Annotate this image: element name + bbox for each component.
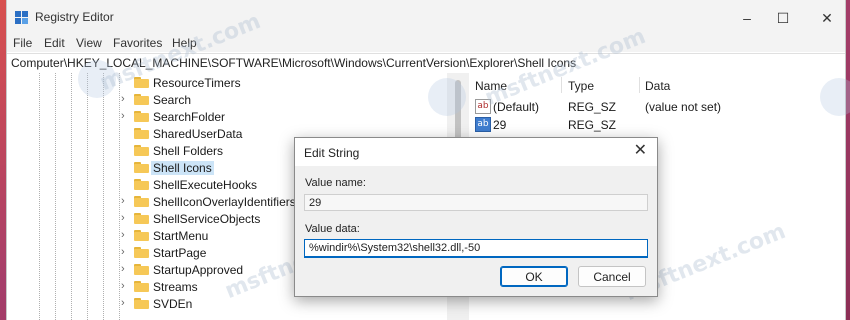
value-type: REG_SZ [568,100,617,114]
window-title: Registry Editor [35,10,114,24]
registry-editor-icon [15,11,29,25]
tree-item-label: Streams [153,280,198,294]
folder-icon [134,111,149,122]
tree-item[interactable]: ResourceTimers [7,74,447,91]
chevron-right-icon[interactable]: › [121,110,125,122]
chevron-right-icon[interactable]: › [121,246,125,258]
chevron-right-icon[interactable]: › [121,263,125,275]
folder-icon [134,94,149,105]
menu-view[interactable]: View [76,36,102,50]
folder-icon [134,264,149,275]
chevron-right-icon[interactable]: › [121,195,125,207]
tree-item-label: ShellExecuteHooks [153,178,258,192]
value-name-field: 29 [304,194,648,211]
tree-item-label: Shell Icons [151,161,214,175]
chevron-right-icon[interactable]: › [121,280,125,292]
edit-string-dialog: Edit String ✕ Value name: 29 Value data:… [294,137,658,297]
value-data-label: Value data: [305,223,360,235]
value-row-default[interactable]: ab (Default) REG_SZ (value not set) [469,97,845,115]
dialog-title-bar[interactable]: Edit String ✕ [295,138,657,166]
value-row-29[interactable]: ab 29 REG_SZ [469,115,845,133]
menu-file[interactable]: File [13,36,32,50]
tree-item-label: StartPage [153,246,207,260]
tree-item-label: StartMenu [153,229,209,243]
column-header-type[interactable]: Type [568,79,594,93]
tree-item-label: SVDEn [153,297,193,311]
chevron-right-icon[interactable]: › [121,297,125,309]
column-separator[interactable] [639,77,640,93]
tree-item[interactable]: › SearchFolder [7,108,447,125]
tree-item-label: SharedUserData [153,127,243,141]
folder-icon [134,230,149,241]
value-name: 29 [493,118,507,132]
folder-icon [134,298,149,309]
ok-button[interactable]: OK [500,266,568,287]
string-value-icon: ab [475,117,491,132]
tree-item-label: ShellServiceObjects [153,212,261,226]
maximize-button[interactable]: ☐ [769,6,797,30]
tree-item-label: SearchFolder [153,110,226,124]
tree-item-label: ShellIconOverlayIdentifiers [153,195,296,209]
value-name-label: Value name: [305,177,366,189]
close-button[interactable]: ✕ [813,6,841,30]
folder-icon [134,128,149,139]
tree-item-label: Shell Folders [153,144,224,158]
tree-item-label: Search [153,93,192,107]
value-type: REG_SZ [568,118,617,132]
folder-icon [134,196,149,207]
watermark-disc [820,78,850,116]
cancel-button[interactable]: Cancel [578,266,646,287]
tree-item-label: StartupApproved [153,263,244,277]
column-header-data[interactable]: Data [645,79,670,93]
folder-icon [134,281,149,292]
folder-icon [134,247,149,258]
menu-edit[interactable]: Edit [44,36,65,50]
watermark-disc [428,78,466,116]
tree-item[interactable]: › Search [7,91,447,108]
minimize-button[interactable]: – [733,6,761,30]
dialog-close-icon[interactable]: ✕ [634,143,647,159]
folder-icon [134,213,149,224]
folder-icon [134,162,149,173]
chevron-right-icon[interactable]: › [121,212,125,224]
dialog-title: Edit String [304,146,360,160]
chevron-right-icon[interactable]: › [121,93,125,105]
chevron-right-icon[interactable]: › [121,229,125,241]
tree-item-label: ResourceTimers [153,76,241,90]
menu-favorites[interactable]: Favorites [113,36,162,50]
value-data-input[interactable]: %windir%\System32\shell32.dll,-50 [304,239,648,258]
folder-icon [134,145,149,156]
title-bar[interactable]: Registry Editor – ☐ ✕ [7,0,845,36]
value-data: (value not set) [645,100,722,114]
folder-icon [134,179,149,190]
tree-item[interactable]: › SVDEn [7,295,447,312]
menu-bar: File Edit View Favorites Help [7,36,845,52]
